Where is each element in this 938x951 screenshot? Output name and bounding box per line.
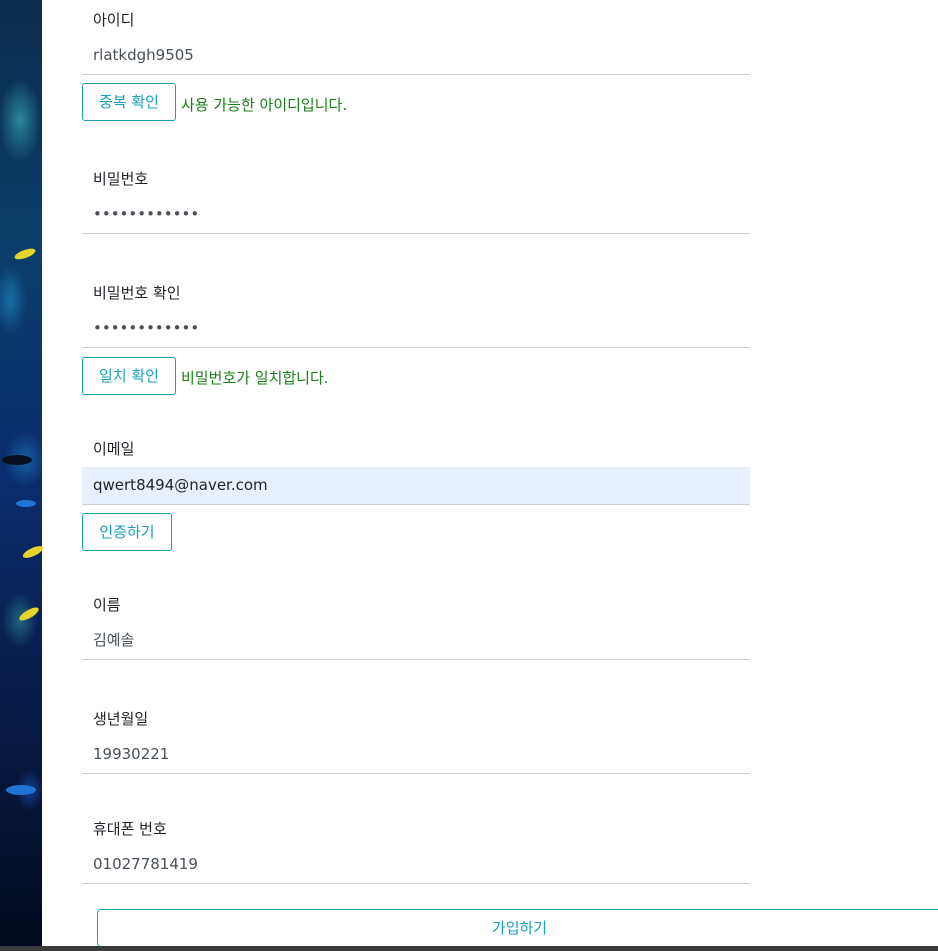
email-input[interactable]: qwert8494@naver.com	[82, 467, 750, 505]
fish-decoration	[21, 543, 45, 561]
userid-input[interactable]: rlatkdgh9505	[82, 37, 750, 75]
fish-decoration	[13, 246, 37, 262]
password-match-check-button[interactable]: 일치 확인	[82, 357, 176, 395]
password-confirm-label: 비밀번호 확인	[93, 284, 181, 302]
userid-label: 아이디	[93, 11, 135, 29]
fish-decoration	[17, 605, 41, 623]
phone-label: 휴대폰 번호	[93, 820, 167, 838]
birthdate-label: 생년월일	[93, 710, 149, 728]
phone-input[interactable]: 01027781419	[82, 846, 750, 884]
background-image-strip	[0, 0, 45, 951]
password-label: 비밀번호	[93, 170, 149, 188]
name-label: 이름	[93, 596, 121, 614]
password-input[interactable]: ••••••••••••	[82, 196, 750, 234]
userid-duplicate-check-button[interactable]: 중복 확인	[82, 83, 176, 121]
userid-status-message: 사용 가능한 아이디입니다.	[181, 96, 348, 114]
birthdate-input[interactable]: 19930221	[82, 736, 750, 774]
window-bottom-edge	[0, 946, 938, 951]
fish-decoration	[16, 500, 36, 507]
fish-decoration	[6, 785, 36, 795]
fish-decoration	[2, 455, 32, 465]
name-input[interactable]: 김예솔	[82, 622, 750, 660]
signup-submit-button[interactable]: 가입하기	[97, 909, 938, 947]
email-label: 이메일	[93, 440, 135, 458]
password-confirm-input[interactable]: ••••••••••••	[82, 310, 750, 348]
email-verify-button[interactable]: 인증하기	[82, 513, 172, 551]
password-status-message: 비밀번호가 일치합니다.	[181, 369, 329, 387]
